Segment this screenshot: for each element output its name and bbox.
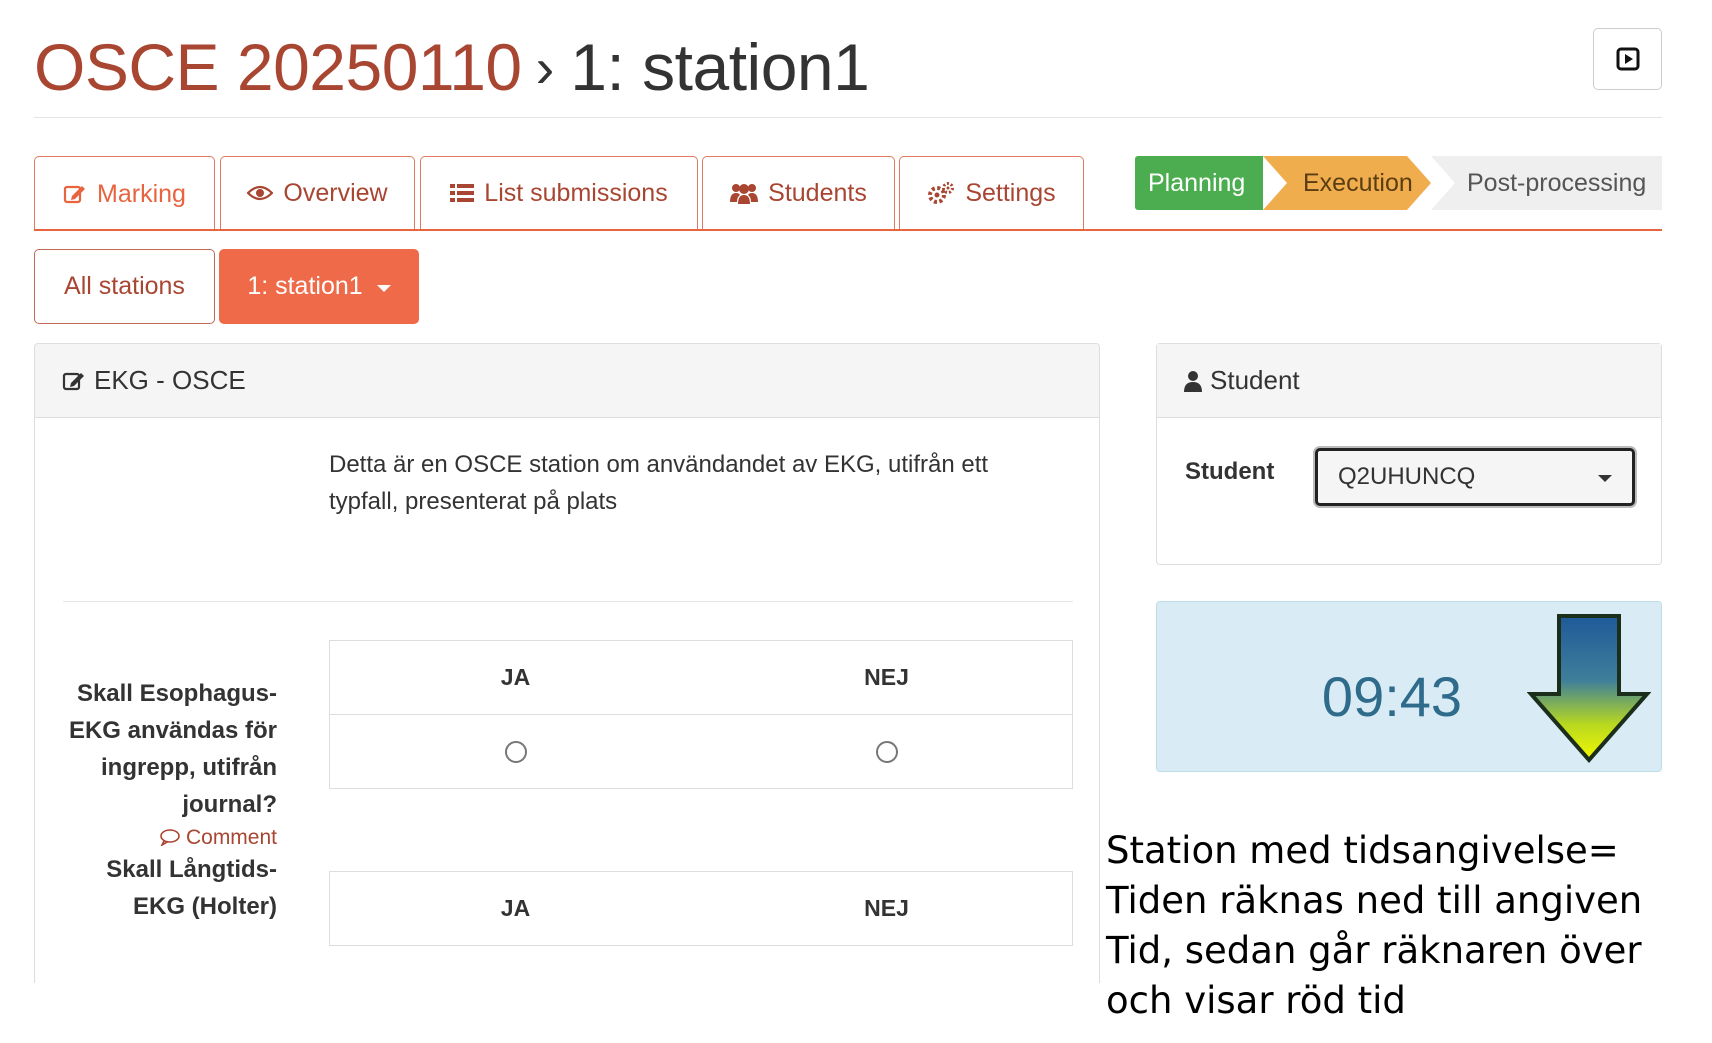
workflow-execution-label: Execution <box>1303 168 1413 197</box>
station-description: Detta är en OSCE station om användandet … <box>329 451 989 515</box>
present-button[interactable] <box>1593 28 1662 90</box>
users-icon <box>730 182 759 204</box>
page-title: 1: station1 <box>570 30 870 104</box>
down-arrow-icon <box>1527 614 1651 764</box>
student-select[interactable]: Q2UHUNCQ <box>1315 448 1635 506</box>
workflow-post-label: Post-processing <box>1467 168 1647 197</box>
question-label: Skall Långtids-EKG (Holter) <box>63 851 277 925</box>
tab-overview[interactable]: Overview <box>220 156 415 229</box>
station-dropdown-label: 1: station1 <box>247 272 363 300</box>
list-icon <box>450 183 475 203</box>
tab-list-submissions-label: List submissions <box>484 178 668 207</box>
chevron-down-icon <box>376 284 391 292</box>
tab-students-label: Students <box>768 178 867 207</box>
header-divider <box>34 117 1662 118</box>
workflow-step-planning[interactable]: Planning <box>1135 156 1263 210</box>
option-header-ja: JA <box>329 871 701 946</box>
marking-panel: EKG - OSCE Detta är en OSCE station om a… <box>34 343 1100 983</box>
tabs-underline <box>34 229 1662 231</box>
radio-cell-ja <box>330 715 702 789</box>
description-divider <box>63 601 1073 602</box>
comment-link[interactable]: Comment <box>63 823 277 853</box>
chevron-down-icon <box>1598 475 1612 482</box>
student-field-label: Student <box>1185 458 1275 485</box>
tab-marking-label: Marking <box>97 179 186 208</box>
station-dropdown-button[interactable]: 1: station1 <box>219 249 419 324</box>
tab-settings-label: Settings <box>965 178 1056 207</box>
edit-icon <box>62 370 86 392</box>
option-header-ja: JA <box>329 640 701 715</box>
question-text: Skall Esophagus-EKG användas för ingrepp… <box>68 680 277 818</box>
answer-table: JA NEJ <box>329 871 1073 946</box>
radio-cell-nej <box>701 715 1073 789</box>
student-panel-header: Student <box>1157 344 1661 418</box>
edit-icon <box>63 183 87 205</box>
question-text: Skall Långtids-EKG (Holter) <box>106 856 277 920</box>
workflow-planning-label: Planning <box>1148 168 1246 197</box>
annotation-text: Station med tidsangivelse= Tiden räknas … <box>1106 829 1643 1022</box>
tab-settings[interactable]: Settings <box>899 156 1084 229</box>
play-square-icon <box>1616 47 1639 71</box>
tab-marking[interactable]: Marking <box>34 156 215 231</box>
radio-ja[interactable] <box>504 740 527 763</box>
workflow-step-post-processing[interactable]: Post-processing <box>1431 156 1662 210</box>
user-icon <box>1184 370 1202 392</box>
radio-nej[interactable] <box>875 740 898 763</box>
student-panel-title: Student <box>1210 365 1300 395</box>
tab-students[interactable]: Students <box>702 156 895 229</box>
gears-icon <box>927 181 955 205</box>
workflow-step-execution[interactable]: Execution <box>1263 156 1431 210</box>
all-stations-button[interactable]: All stations <box>34 249 215 324</box>
marking-panel-header: EKG - OSCE <box>35 344 1099 418</box>
breadcrumb-osce-link[interactable]: OSCE 20250110 <box>34 29 522 105</box>
option-header-nej: NEJ <box>701 871 1073 946</box>
comment-icon <box>160 829 180 848</box>
student-panel: Student Student Q2UHUNCQ <box>1156 343 1662 565</box>
breadcrumb: OSCE 20250110 › 1: station1 <box>34 22 870 112</box>
answer-table: JA NEJ <box>329 640 1073 789</box>
eye-icon <box>247 184 274 202</box>
option-header-nej: NEJ <box>701 640 1073 715</box>
comment-label: Comment <box>185 826 277 849</box>
question-label: Skall Esophagus-EKG användas för ingrepp… <box>63 675 277 853</box>
student-select-value: Q2UHUNCQ <box>1338 463 1476 490</box>
tab-list-submissions[interactable]: List submissions <box>420 156 698 229</box>
breadcrumb-separator: › <box>535 35 555 99</box>
countdown-timer: 09:43 <box>1156 601 1662 772</box>
marking-panel-title: EKG - OSCE <box>94 365 246 395</box>
tab-overview-label: Overview <box>283 178 388 207</box>
